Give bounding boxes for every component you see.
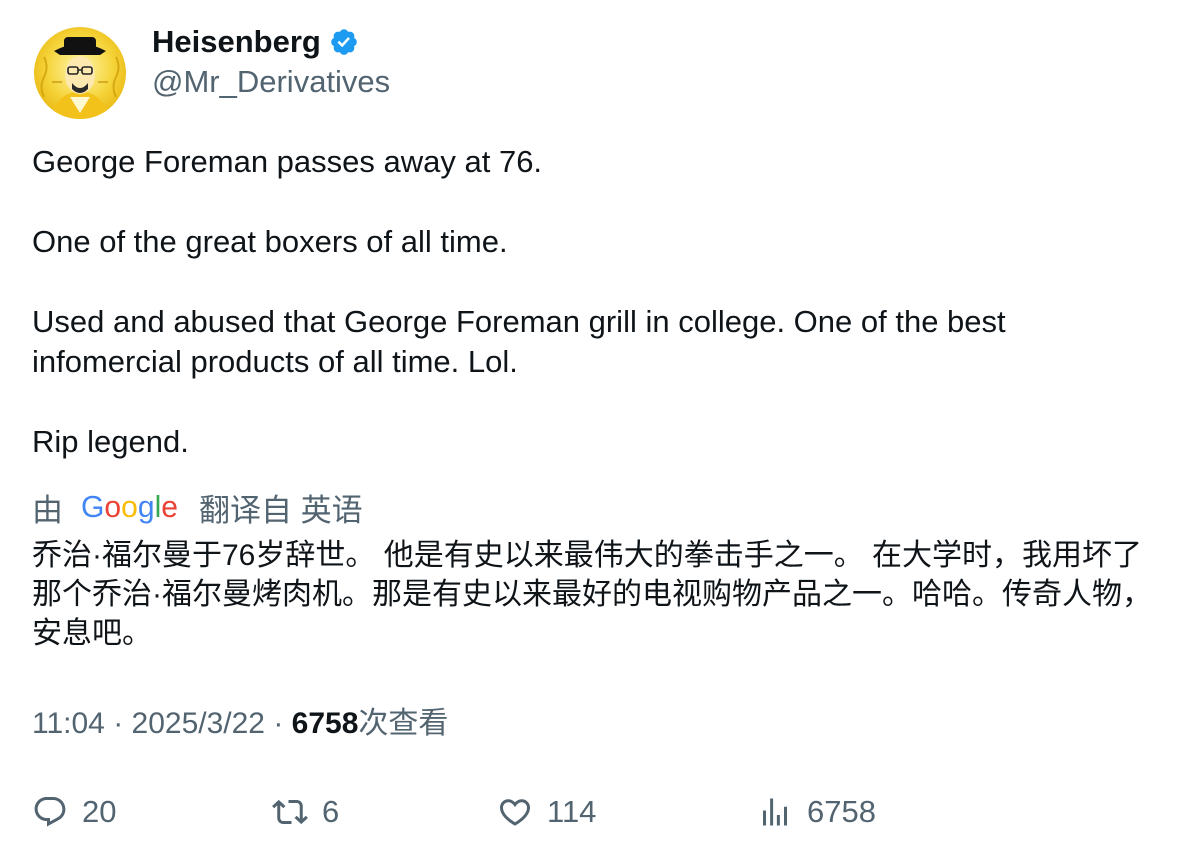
repost-icon	[272, 799, 308, 825]
translation-from-label[interactable]: 翻译自 英语	[199, 485, 363, 530]
author-handle[interactable]: @Mr_Derivatives	[152, 62, 390, 102]
google-logo: Google	[81, 490, 178, 524]
tweet-date[interactable]: 2025/3/22	[132, 707, 265, 740]
view-count-label: 次查看	[358, 707, 449, 740]
like-count: 114	[547, 794, 597, 829]
translated-text: 乔治·福尔曼于76岁辞世。 他是有史以来最伟大的拳击手之一。 在大学时，我用坏了…	[32, 539, 1152, 650]
author-name-row[interactable]: Heisenberg	[152, 22, 359, 62]
repost-button[interactable]: 6	[272, 792, 339, 832]
tweet-time[interactable]: 11:04	[32, 707, 105, 740]
tweet-actions: 20 6 114 6758	[0, 792, 1196, 832]
views-count: 6758	[807, 794, 876, 829]
tweet-paragraph-4: Rip legend.	[32, 424, 189, 459]
verified-badge-icon	[331, 29, 357, 55]
reply-count: 20	[82, 794, 117, 829]
tweet-paragraph-1: George Foreman passes away at 76.	[32, 144, 543, 179]
tweet-paragraph-3: Used and abused that George Foreman gril…	[32, 304, 1006, 379]
meta-separator: ·	[104, 707, 132, 740]
views-icon	[763, 798, 787, 826]
like-icon	[499, 799, 531, 826]
translation-by-label: 由	[32, 492, 63, 528]
avatar-image	[34, 27, 126, 119]
avatar[interactable]	[34, 27, 126, 119]
repost-count: 6	[322, 794, 340, 829]
reply-icon	[34, 797, 66, 827]
views-button[interactable]: 6758	[757, 792, 876, 832]
view-count: 6758	[291, 707, 359, 740]
translation-attribution: 由 Google 翻译自 英语	[32, 485, 363, 530]
tweet-paragraph-2: One of the great boxers of all time.	[32, 224, 508, 259]
like-button[interactable]: 114	[497, 792, 596, 832]
meta-separator: ·	[265, 707, 292, 740]
tweet-meta: 11:04 · 2025/3/22 · 6758次查看	[32, 704, 448, 744]
reply-button[interactable]: 20	[32, 792, 116, 832]
svg-text:Google: Google	[81, 490, 178, 524]
author-name[interactable]: Heisenberg	[152, 22, 321, 62]
